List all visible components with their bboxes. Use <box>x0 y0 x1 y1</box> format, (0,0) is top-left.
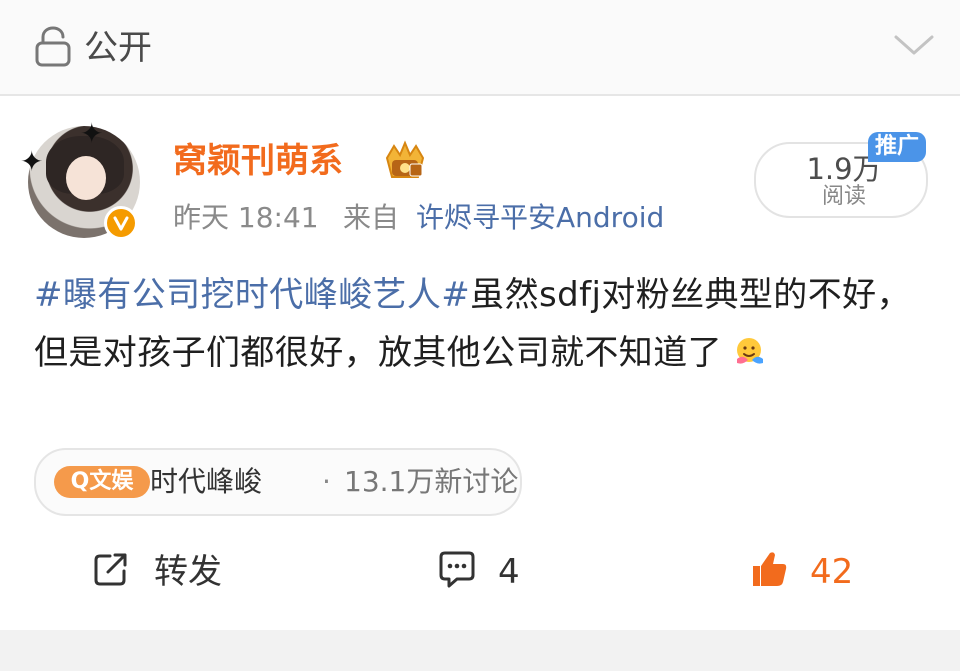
promotion-tag: 推广 <box>868 132 926 162</box>
comment-icon <box>439 551 475 588</box>
avatar-face <box>66 156 106 200</box>
avatar-star-icon: ✦ <box>80 117 104 150</box>
post-author[interactable]: 窝颖刊萌系 <box>173 138 343 184</box>
like-count: 42 <box>810 552 854 592</box>
topic-separator: · <box>322 465 331 498</box>
thumbs-up-icon <box>753 552 787 586</box>
verified-badge-icon <box>104 206 138 240</box>
repost-label: 转发 <box>154 552 222 592</box>
source-app-link[interactable]: 许烬寻平安Android <box>416 198 664 238</box>
share-icon <box>94 553 127 586</box>
discussion-count: 13.1万新讨论 <box>344 465 519 498</box>
privacy-label: 公开 <box>84 28 152 68</box>
post-text[interactable]: #曝有公司挖时代峰峻艺人#虽然sdfj对粉丝典型的不好，但是对孩子们都很好，放其… <box>34 266 930 382</box>
hugging-face-icon <box>737 338 764 364</box>
comment-count: 4 <box>498 552 520 592</box>
feed-separator <box>0 630 960 671</box>
post-time: 昨天 18:41 <box>173 201 319 234</box>
avatar-star-icon: ✦ <box>20 145 44 178</box>
like-button[interactable]: 42 <box>748 548 878 600</box>
source-label: 来自 <box>343 201 400 234</box>
read-label: 阅读 <box>821 184 866 209</box>
crown-icon[interactable] <box>382 140 428 182</box>
lock-icon <box>35 26 71 67</box>
repost-button[interactable]: 转发 <box>90 548 240 600</box>
chevron-down-icon[interactable] <box>893 30 935 60</box>
topic-chip[interactable]: Q文娱 时代峰峻 · 13.1万新讨论 <box>34 448 522 516</box>
entertainment-badge: Q文娱 <box>54 466 150 498</box>
topic-name: 时代峰峻 <box>150 465 263 498</box>
topic-hashtag-link[interactable]: #曝有公司挖时代峰峻艺人# <box>34 275 470 315</box>
comment-button[interactable]: 4 <box>436 548 546 600</box>
privacy-header[interactable]: 公开 <box>0 0 960 96</box>
